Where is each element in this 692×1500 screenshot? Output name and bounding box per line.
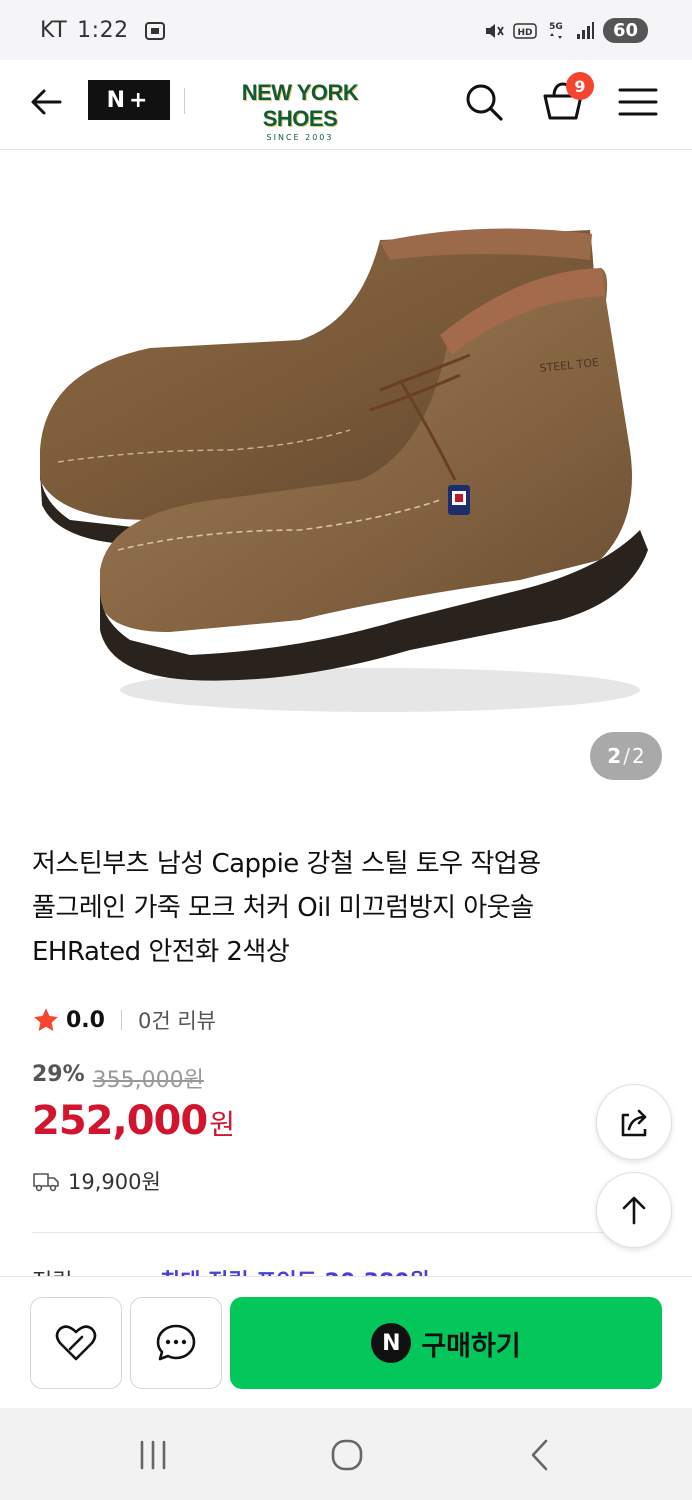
- battery-level: 60: [602, 18, 648, 43]
- share-button[interactable]: [596, 1084, 672, 1160]
- share-icon: [621, 1109, 647, 1137]
- svg-text:HD: HD: [517, 28, 532, 38]
- carrier-label: KT: [40, 18, 68, 43]
- image-counter: 2 / 2: [590, 732, 662, 780]
- star-icon: [34, 1008, 58, 1031]
- menu-button[interactable]: [616, 82, 660, 122]
- back-button[interactable]: [26, 82, 66, 122]
- clock: 1:22: [77, 18, 129, 43]
- store-name: NEW YORK SHOES: [241, 80, 359, 131]
- store-logo[interactable]: NEW YORK SHOES SINCE 2003: [210, 80, 390, 142]
- status-right: HD 5G 60: [483, 18, 648, 43]
- hd-icon: HD: [513, 22, 537, 39]
- cart-count-badge: 9: [566, 72, 594, 100]
- arrow-up-icon: [622, 1196, 646, 1225]
- section-divider: [32, 1232, 660, 1233]
- product-title: 저스틴부츠 남성 Cappie 강철 스틸 토우 작업용 풀그레인 가죽 모크 …: [32, 842, 652, 974]
- recents-icon: [140, 1440, 166, 1470]
- search-button[interactable]: [462, 80, 506, 124]
- recent-apps-button[interactable]: [130, 1432, 176, 1478]
- image-counter-separator: /: [623, 744, 630, 768]
- search-icon: [466, 84, 503, 121]
- logo-divider: [184, 88, 185, 114]
- discount-row: 29% 355,000원: [32, 1062, 204, 1094]
- product-title-line: 풀그레인 가죽 모크 처커 Oil 미끄럼방지 아웃솔: [32, 893, 534, 923]
- product-image-gallery[interactable]: STEEL TOE: [0, 150, 692, 810]
- bottom-action-bar: N 구매하기: [0, 1276, 692, 1408]
- shipping-row: 19,900원: [32, 1166, 161, 1196]
- mute-icon: [485, 23, 504, 38]
- sale-price-row: 252,000 원: [32, 1098, 235, 1144]
- original-price: 355,000원: [92, 1068, 204, 1093]
- discount-rate: 29%: [32, 1062, 85, 1087]
- system-back-button[interactable]: [518, 1432, 564, 1478]
- image-counter-current: 2: [607, 744, 622, 768]
- shipping-fee: 19,900원: [68, 1170, 161, 1194]
- scroll-top-button[interactable]: [596, 1172, 672, 1248]
- screenshot-icon: [144, 21, 165, 40]
- signal-icon: [576, 21, 594, 39]
- product-title-line: 저스틴부츠 남성 Cappie 강철 스틸 토우 작업용: [32, 849, 541, 879]
- heart-icon: [55, 1325, 97, 1361]
- naver-plus-logo[interactable]: N+: [88, 80, 170, 120]
- rating-row[interactable]: 0.0 0건 리뷰: [32, 1004, 216, 1036]
- naver-pay-icon: N: [371, 1323, 412, 1363]
- app-header: N+ NEW YORK SHOES SINCE 2003 9: [0, 60, 692, 150]
- svg-text:5G: 5G: [549, 22, 563, 32]
- chat-bubble-icon: [156, 1324, 196, 1361]
- rating-divider: [120, 1010, 122, 1030]
- home-icon: [331, 1439, 363, 1471]
- delivery-truck-icon: [33, 1173, 59, 1192]
- buy-button[interactable]: N 구매하기: [230, 1297, 662, 1389]
- home-button[interactable]: [324, 1432, 370, 1478]
- store-since: SINCE 2003: [266, 133, 334, 142]
- sale-price-unit: 원: [209, 1108, 235, 1141]
- product-title-line: EHRated 안전화 2색상: [32, 937, 290, 967]
- hamburger-menu-icon: [618, 88, 658, 116]
- network-5g-icon: 5G: [549, 22, 563, 39]
- system-nav-bar: [0, 1408, 692, 1500]
- arrow-left-icon: [31, 89, 62, 115]
- rating-score: 0.0: [66, 1007, 105, 1033]
- buy-button-label: 구매하기: [421, 1330, 521, 1362]
- review-count: 0건 리뷰: [137, 1009, 216, 1033]
- sale-price: 252,000: [32, 1098, 208, 1144]
- chevron-left-icon: [531, 1439, 548, 1471]
- image-counter-total: 2: [631, 744, 645, 768]
- status-bar: KT 1:22 HD 5G 60: [0, 0, 692, 60]
- status-left: KT 1:22: [40, 18, 167, 43]
- product-boots-image: STEEL TOE: [40, 228, 648, 712]
- wishlist-button[interactable]: [30, 1297, 122, 1389]
- talk-talk-button[interactable]: [130, 1297, 222, 1389]
